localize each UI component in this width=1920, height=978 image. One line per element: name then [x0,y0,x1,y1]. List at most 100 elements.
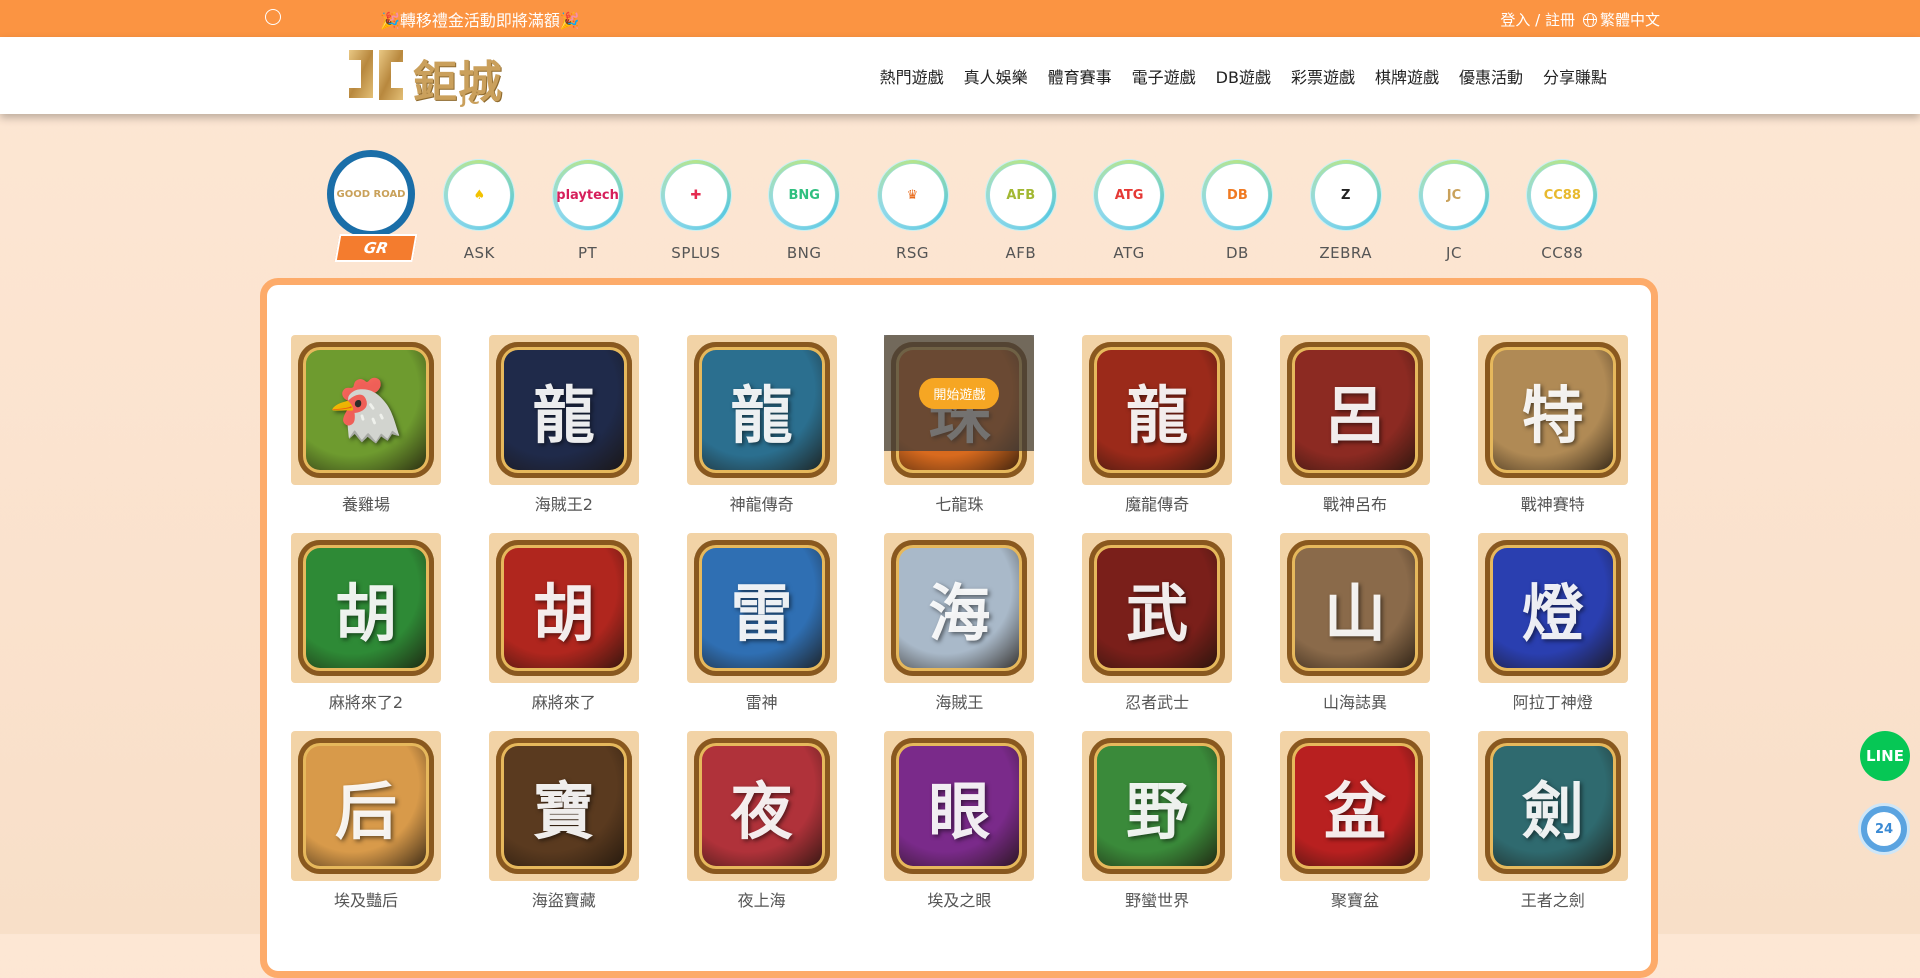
game-title: 埃及豔后 [333,891,398,910]
game-thumbnail[interactable]: 雷 [686,533,837,683]
game-thumbnail[interactable]: 寶 [488,731,639,881]
game-thumbnail[interactable]: 燈 [1477,533,1628,683]
line-chat-button[interactable]: LINE [1860,731,1910,781]
game-card[interactable]: 特戰神賽特 [1477,335,1628,515]
game-card[interactable]: 山山海誌異 [1280,533,1430,713]
game-card[interactable]: 海海賊王 [884,533,1035,713]
game-title: 魔龍傳奇 [1125,495,1190,514]
game-card[interactable]: 寶海盜寶藏 [488,731,639,911]
provider-logo: Z [1310,160,1381,230]
game-thumbnail[interactable]: 龍 [686,335,837,485]
nav-item[interactable]: DB遊戲 [1206,64,1281,88]
game-thumbnail[interactable]: 龍 [1082,335,1233,485]
game-card[interactable]: 后埃及豔后 [291,731,441,911]
game-icon-glyph: 呂 [1323,379,1386,452]
game-icon-glyph: 🐔 [327,373,405,446]
provider-tab-cc88[interactable]: CC88 CC88 [1508,150,1616,262]
game-thumbnail[interactable]: 呂 [1280,335,1430,485]
nav-item[interactable]: 棋牌遊戲 [1365,64,1449,88]
nav-item[interactable]: 分享賺點 [1533,64,1607,88]
provider-logo: ✚ [660,160,731,230]
provider-tab-rsg[interactable]: ♛ RSG [859,150,967,262]
login-register-link[interactable]: 登入 / 註冊 [1500,9,1575,30]
customer-support-button[interactable]: 24 [1858,803,1910,855]
game-icon: 雷 [693,540,830,676]
game-thumbnail[interactable]: 夜 [686,731,837,881]
support-24-icon: 24 [1867,812,1901,846]
game-icon: 劍 [1484,738,1621,874]
provider-tab-afb[interactable]: AFB AFB [967,150,1075,262]
provider-tab-db[interactable]: DB DB [1183,150,1291,262]
provider-name: AFB [1005,244,1037,262]
game-thumbnail[interactable]: 盆 [1280,731,1430,881]
provider-name: ZEBRA [1319,244,1372,262]
game-card[interactable]: 🐔 養雞場 [291,335,441,515]
game-title: 海賊王2 [534,495,593,514]
game-thumbnail[interactable]: 后 [291,731,441,881]
game-card[interactable]: 劍王者之劍 [1477,731,1628,911]
game-card[interactable]: 夜夜上海 [686,731,837,911]
nav-item[interactable]: 電子遊戲 [1122,64,1206,88]
game-thumbnail[interactable]: 野 [1082,731,1233,881]
nav-item[interactable]: 體育賽事 [1038,64,1122,88]
game-thumbnail[interactable]: 山 [1280,533,1430,683]
game-thumbnail[interactable]: 胡 [291,533,441,683]
game-card[interactable]: 盆聚寶盆 [1280,731,1430,911]
start-game-button[interactable]: 開始遊戲 [919,377,1000,409]
game-card[interactable]: 胡麻將來了2 [291,533,441,713]
nav-item[interactable]: 優惠活動 [1449,64,1533,88]
provider-name: JC [1446,244,1462,262]
game-title: 麻將來了2 [328,693,404,712]
game-card[interactable]: 珠開始遊戲七龍珠 [884,335,1035,515]
game-thumbnail[interactable]: 珠開始遊戲 [884,335,1035,485]
provider-tab-zebra[interactable]: Z ZEBRA [1292,150,1400,262]
provider-name: ATG [1113,244,1145,262]
provider-tab-atg[interactable]: ATG ATG [1075,150,1183,262]
game-card[interactable]: 武忍者武士 [1082,533,1233,713]
game-card[interactable]: 龍神龍傳奇 [686,335,837,515]
game-icon-glyph: 夜 [730,775,793,848]
provider-name: PT [577,244,598,262]
site-logo[interactable]: 鉅城 JC [343,40,521,110]
provider-logo-text: GOOD ROAD [336,188,406,200]
provider-tab-splus[interactable]: ✚ SPLUS [642,150,750,262]
game-card[interactable]: 龍魔龍傳奇 [1082,335,1233,515]
game-card[interactable]: 野野蠻世界 [1082,731,1233,911]
provider-tab-jc[interactable]: JC JC [1400,150,1508,262]
game-thumbnail[interactable]: 🐔 [291,335,441,485]
game-thumbnail[interactable]: 特 [1477,335,1628,485]
game-thumbnail[interactable]: 武 [1082,533,1233,683]
provider-tab-bng[interactable]: BNG BNG [750,150,858,262]
game-thumbnail[interactable]: 胡 [488,533,639,683]
provider-tab-ask[interactable]: ♠ ASK [425,150,533,262]
provider-tab-pt[interactable]: playtech PT [534,150,642,262]
provider-logo: playtech [552,160,623,230]
game-card[interactable]: 眼埃及之眼 [884,731,1035,911]
provider-logo: JC [1419,160,1489,230]
game-thumbnail[interactable]: 劍 [1477,731,1628,881]
language-selector[interactable]: 繁體中文 [1582,9,1660,30]
game-thumbnail[interactable]: 龍 [488,335,639,485]
game-card[interactable]: 呂戰神呂布 [1280,335,1430,515]
game-title: 雷神 [745,693,778,712]
nav-item[interactable]: 真人娛樂 [954,64,1038,88]
game-icon-glyph: 龍 [1126,379,1189,452]
game-card[interactable]: 燈阿拉丁神燈 [1477,533,1628,713]
game-card[interactable]: 胡麻將來了 [488,533,639,713]
nav-item[interactable]: 彩票遊戲 [1281,64,1365,88]
logo-text: 鉅城 [413,57,503,108]
game-card[interactable]: 龍海賊王2 [488,335,639,515]
nav-item[interactable]: 熱門遊戲 [870,64,954,88]
site-header: 鉅城 JC 熱門遊戲 真人娛樂 體育賽事 電子遊戲 DB遊戲 彩票遊戲 棋牌遊戲 優惠活動 分享… [0,37,1920,114]
game-thumbnail[interactable]: 海 [884,533,1035,683]
main-nav: 熱門遊戲 真人娛樂 體育賽事 電子遊戲 DB遊戲 彩票遊戲 棋牌遊戲 優惠活動 分享賺點 [870,64,1607,88]
globe-icon[interactable] [265,9,281,25]
provider-logo: ATG [1094,160,1165,230]
provider-name: BNG [786,244,822,262]
provider-name: SPLUS [671,244,721,262]
game-thumbnail[interactable]: 眼 [884,731,1035,881]
game-icon-glyph: 后 [334,775,397,848]
game-card[interactable]: 雷雷神 [686,533,837,713]
provider-tab-gr[interactable]: GOOD ROAD GR [317,150,425,262]
game-title: 七龍珠 [935,495,984,514]
